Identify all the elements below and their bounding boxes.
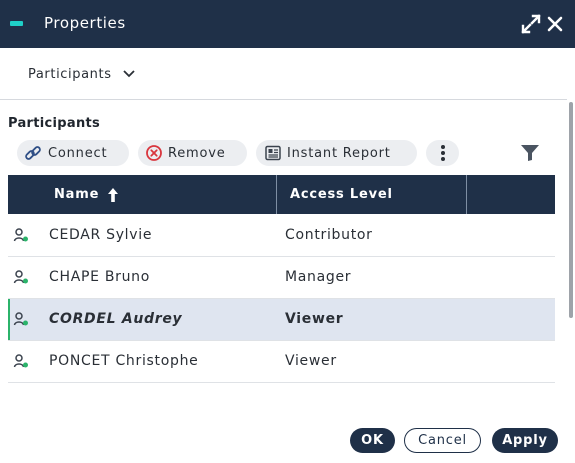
table-header: Name Access Level xyxy=(8,175,555,214)
remove-circle-icon xyxy=(145,144,163,162)
ok-button[interactable]: OK xyxy=(350,428,395,453)
expand-button[interactable] xyxy=(520,12,542,36)
close-button[interactable] xyxy=(544,12,566,36)
user-icon xyxy=(13,353,29,369)
window-title: Properties xyxy=(44,14,126,32)
cancel-button[interactable]: Cancel xyxy=(404,428,481,453)
remove-button[interactable]: Remove xyxy=(138,140,247,166)
table-row[interactable]: CHAPE Bruno Manager xyxy=(8,257,555,299)
participant-access-level: Viewer xyxy=(285,311,344,327)
chevron-down-icon xyxy=(122,69,136,79)
filter-button[interactable] xyxy=(519,143,541,163)
table-row-selected[interactable]: CORDEL Audrey Viewer xyxy=(8,299,555,341)
column-header-empty xyxy=(466,175,556,214)
participant-access-level: Viewer xyxy=(285,353,337,369)
view-selector-dropdown[interactable]: Participants xyxy=(28,64,136,84)
connect-label: Connect xyxy=(48,145,108,161)
column-header-access-level-label: Access Level xyxy=(290,187,393,202)
column-header-name[interactable]: Name xyxy=(8,175,276,214)
view-selector-value: Participants xyxy=(28,66,112,82)
participant-access-level: Contributor xyxy=(285,227,373,243)
title-bar: Properties xyxy=(0,0,575,48)
link-icon xyxy=(24,144,42,162)
app-mark-icon xyxy=(10,21,23,26)
participant-name: CHAPE Bruno xyxy=(49,269,150,285)
more-options-button[interactable] xyxy=(426,140,459,166)
instant-report-label: Instant Report xyxy=(287,145,391,161)
report-icon xyxy=(264,144,282,162)
sort-ascending-icon xyxy=(107,187,119,203)
table-row[interactable]: PONCET Christophe Viewer xyxy=(8,341,555,383)
column-header-access-level[interactable]: Access Level xyxy=(276,175,466,214)
apply-button[interactable]: Apply xyxy=(492,428,558,453)
column-header-name-label: Name xyxy=(54,187,100,202)
user-icon xyxy=(13,269,29,285)
section-title: Participants xyxy=(8,116,101,131)
user-icon xyxy=(13,311,29,327)
divider xyxy=(0,99,567,100)
participant-name: CEDAR Sylvie xyxy=(49,227,153,243)
participant-name: PONCET Christophe xyxy=(49,353,199,369)
participant-access-level: Manager xyxy=(285,269,352,285)
instant-report-button[interactable]: Instant Report xyxy=(256,140,417,166)
remove-label: Remove xyxy=(168,145,226,161)
more-vertical-icon xyxy=(440,145,445,161)
user-icon xyxy=(13,227,29,243)
expand-icon xyxy=(521,14,541,34)
scrollbar-thumb[interactable] xyxy=(569,102,573,318)
connect-button[interactable]: Connect xyxy=(17,140,129,166)
filter-icon xyxy=(521,145,539,161)
table-row[interactable]: CEDAR Sylvie Contributor xyxy=(8,215,555,257)
close-icon xyxy=(547,16,563,32)
participant-name: CORDEL Audrey xyxy=(49,311,183,327)
